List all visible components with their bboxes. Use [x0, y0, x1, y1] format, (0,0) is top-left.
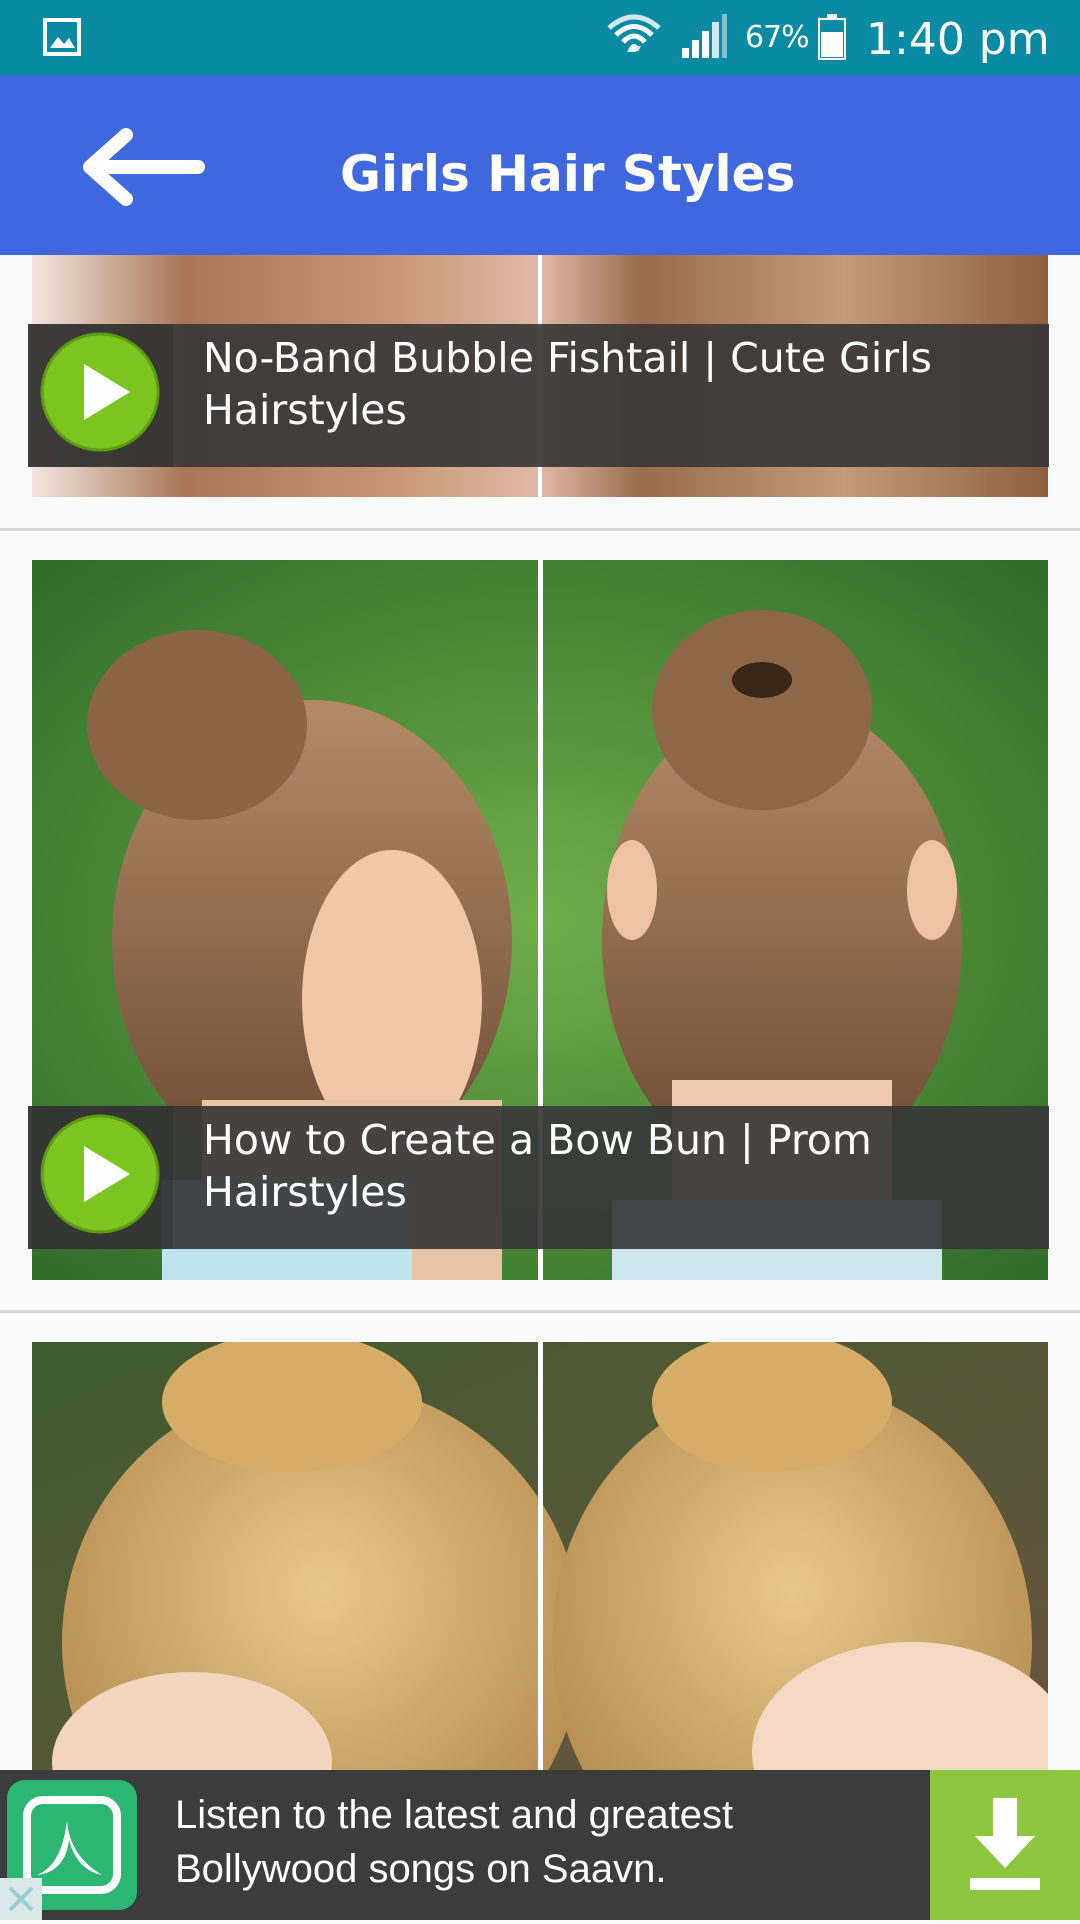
status-bar: 67% 1:40 pm [0, 0, 1080, 75]
signal-icon [682, 14, 727, 58]
page-title: Girls Hair Styles [340, 145, 796, 203]
download-icon [970, 1798, 1040, 1890]
back-arrow-icon[interactable] [78, 127, 208, 207]
wifi-icon [607, 14, 661, 52]
divider [0, 1310, 1080, 1313]
video-thumbnail [32, 1342, 1048, 1770]
gallery-icon [43, 18, 81, 56]
play-icon[interactable] [28, 1106, 173, 1249]
ad-banner[interactable]: Listen to the latest and greatest Bollyw… [0, 1770, 1080, 1920]
battery-icon [818, 14, 846, 60]
play-icon[interactable] [28, 324, 173, 467]
divider [0, 528, 1080, 531]
video-title: How to Create a Bow Bun | Prom Hairstyle… [203, 1116, 872, 1216]
video-card[interactable] [32, 1342, 1048, 1770]
app-bar: Girls Hair Styles [0, 75, 1080, 255]
video-title: No-Band Bubble Fishtail | Cute Girls Hai… [203, 334, 932, 434]
video-list[interactable]: No-Band Bubble Fishtail | Cute Girls Hai… [0, 255, 1080, 1770]
video-info-bar[interactable]: No-Band Bubble Fishtail | Cute Girls Hai… [28, 324, 1049, 467]
download-button[interactable] [930, 1770, 1080, 1920]
video-info-bar[interactable]: How to Create a Bow Bun | Prom Hairstyle… [28, 1106, 1049, 1249]
battery-percent: 67% [745, 20, 810, 55]
close-icon[interactable] [0, 1878, 42, 1920]
status-time: 1:40 pm [866, 14, 1050, 65]
ad-text: Listen to the latest and greatest Bollyw… [175, 1793, 734, 1891]
